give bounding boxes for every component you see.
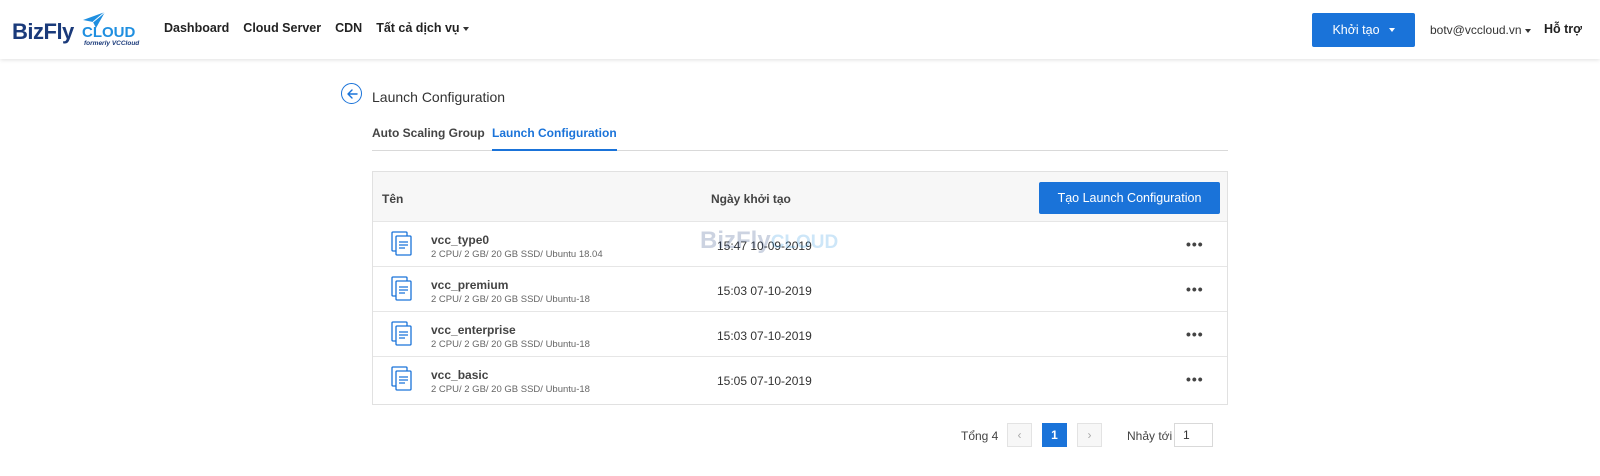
more-horizontal-icon[interactable]: ••• [1186,326,1204,342]
back-button[interactable] [341,83,362,104]
brand-name-secondary: CLOUD [82,24,136,41]
user-email: botv@vccloud.vn [1430,23,1522,37]
row-name[interactable]: vcc_type0 [431,233,489,247]
table-row[interactable]: vcc_basic 2 CPU/ 2 GB/ 20 GB SSD/ Ubuntu… [373,357,1227,402]
row-name[interactable]: vcc_premium [431,278,508,292]
more-horizontal-icon[interactable]: ••• [1186,236,1204,252]
table-row[interactable]: vcc_type0 2 CPU/ 2 GB/ 20 GB SSD/ Ubuntu… [373,222,1227,267]
nav-cdn[interactable]: CDN [335,21,362,35]
create-button[interactable]: Khởi tạo [1312,13,1415,47]
create-launch-config-button[interactable]: Tạo Launch Configuration [1039,182,1220,214]
config-file-icon [391,366,412,391]
top-navbar: BizFly CLOUD formerly VCCloud Dashboard … [0,0,1600,59]
row-name[interactable]: vcc_enterprise [431,323,516,337]
column-header-name: Tên [382,192,404,206]
pagination-next-button[interactable]: › [1077,423,1102,447]
nav-dashboard[interactable]: Dashboard [164,21,229,35]
brand-tagline: formerly VCCloud [84,40,140,47]
user-menu[interactable]: botv@vccloud.vn [1430,23,1531,37]
config-file-icon [391,276,412,301]
table-header: Tên Ngày khởi tạo Tạo Launch Configurati… [373,172,1227,222]
row-spec: 2 CPU/ 2 GB/ 20 GB SSD/ Ubuntu-18 [431,339,590,350]
table-row[interactable]: vcc_enterprise 2 CPU/ 2 GB/ 20 GB SSD/ U… [373,312,1227,357]
table-row[interactable]: vcc_premium 2 CPU/ 2 GB/ 20 GB SSD/ Ubun… [373,267,1227,312]
pagination-total: Tổng 4 [961,429,999,443]
brand-name-primary: BizFly [12,19,74,44]
pagination-page-1[interactable]: 1 [1042,423,1067,447]
arrow-left-icon [346,88,358,99]
launch-config-table: Tên Ngày khởi tạo Tạo Launch Configurati… [372,171,1228,405]
row-created-date: 15:03 07-10-2019 [717,329,812,343]
jump-to-label: Nhảy tới [1127,429,1173,443]
pagination-prev-button[interactable]: ‹ [1007,423,1032,447]
caret-down-icon [1388,28,1395,32]
page-title: Launch Configuration [372,89,506,105]
row-spec: 2 CPU/ 2 GB/ 20 GB SSD/ Ubuntu 18.04 [431,249,603,260]
row-created-date: 15:05 07-10-2019 [717,374,812,388]
help-link[interactable]: Hỗ trợ [1544,22,1582,36]
create-button-label: Khởi tạo [1332,23,1380,37]
row-spec: 2 CPU/ 2 GB/ 20 GB SSD/ Ubuntu-18 [431,294,590,305]
nav-all-services-label: Tất cả dịch vụ [376,21,460,35]
column-header-created: Ngày khởi tạo [711,192,791,206]
more-horizontal-icon[interactable]: ••• [1186,371,1204,387]
tab-auto-scaling-group[interactable]: Auto Scaling Group [372,126,485,149]
brand-logo[interactable]: BizFly CLOUD formerly VCCloud [12,11,144,49]
row-created-date: 15:03 07-10-2019 [717,284,812,298]
tab-bar: Auto Scaling Group Launch Configuration [372,124,1228,151]
tab-launch-configuration[interactable]: Launch Configuration [492,126,617,151]
caret-down-icon [1524,28,1531,33]
row-spec: 2 CPU/ 2 GB/ 20 GB SSD/ Ubuntu-18 [431,384,590,395]
jump-to-page-input[interactable] [1174,423,1213,447]
config-file-icon [391,321,412,346]
row-created-date: 15:47 10-09-2019 [717,239,812,253]
caret-down-icon [462,26,469,31]
nav-cloud-server[interactable]: Cloud Server [243,21,321,35]
main-nav: Dashboard Cloud Server CDN Tất cả dịch v… [164,21,469,35]
nav-all-services[interactable]: Tất cả dịch vụ [376,21,469,35]
config-file-icon [391,231,412,256]
more-horizontal-icon[interactable]: ••• [1186,281,1204,297]
row-name[interactable]: vcc_basic [431,368,488,382]
